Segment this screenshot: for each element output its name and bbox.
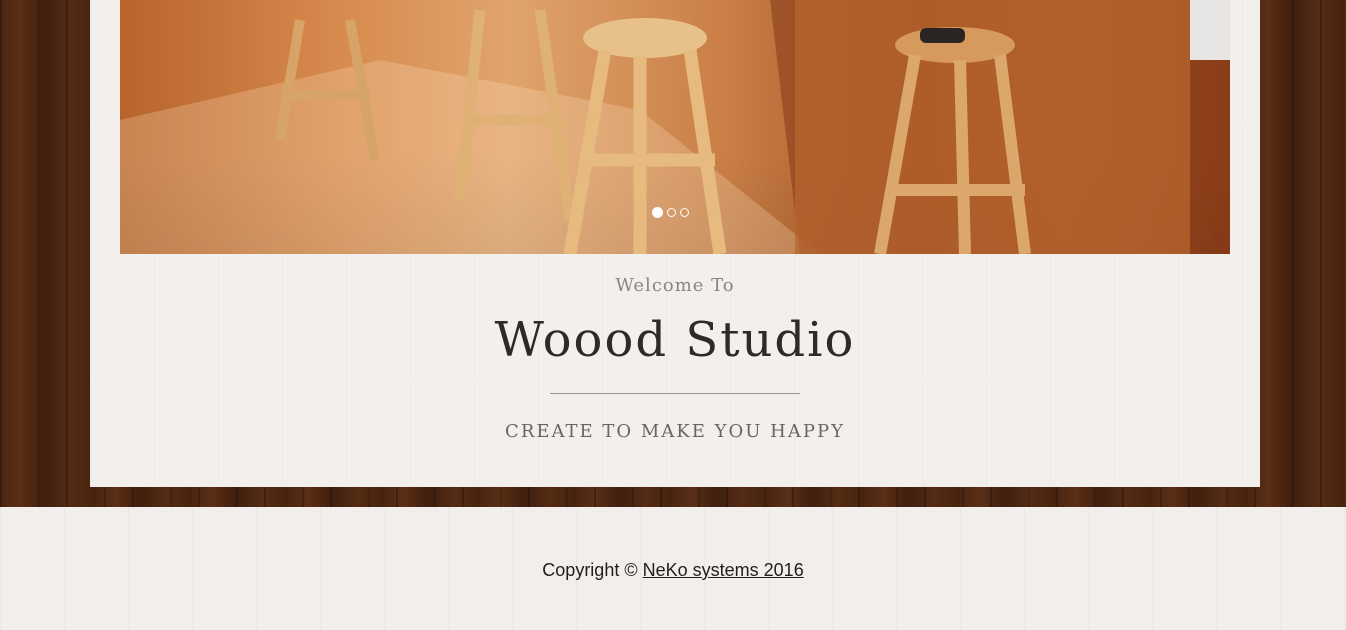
hero-slider-image (120, 0, 1230, 254)
carousel-dot-1[interactable] (652, 207, 663, 218)
content-panel: Welcome To Woood Studio CREATE TO MAKE Y… (90, 0, 1260, 487)
copyright-line: Copyright © NeKo systems 2016 (0, 560, 1346, 581)
company-link[interactable]: NeKo systems 2016 (643, 560, 804, 580)
welcome-text: Welcome To (615, 275, 735, 296)
carousel-dot-3[interactable] (680, 208, 689, 217)
tagline: CREATE TO MAKE YOU HAPPY (505, 421, 845, 442)
title-divider (550, 393, 800, 394)
site-title: Woood Studio (494, 312, 856, 368)
footer: Copyright © NeKo systems 2016 (0, 507, 1346, 630)
carousel-dot-2[interactable] (667, 208, 676, 217)
carousel-indicators (652, 207, 689, 218)
copyright-prefix: Copyright © (542, 560, 638, 580)
